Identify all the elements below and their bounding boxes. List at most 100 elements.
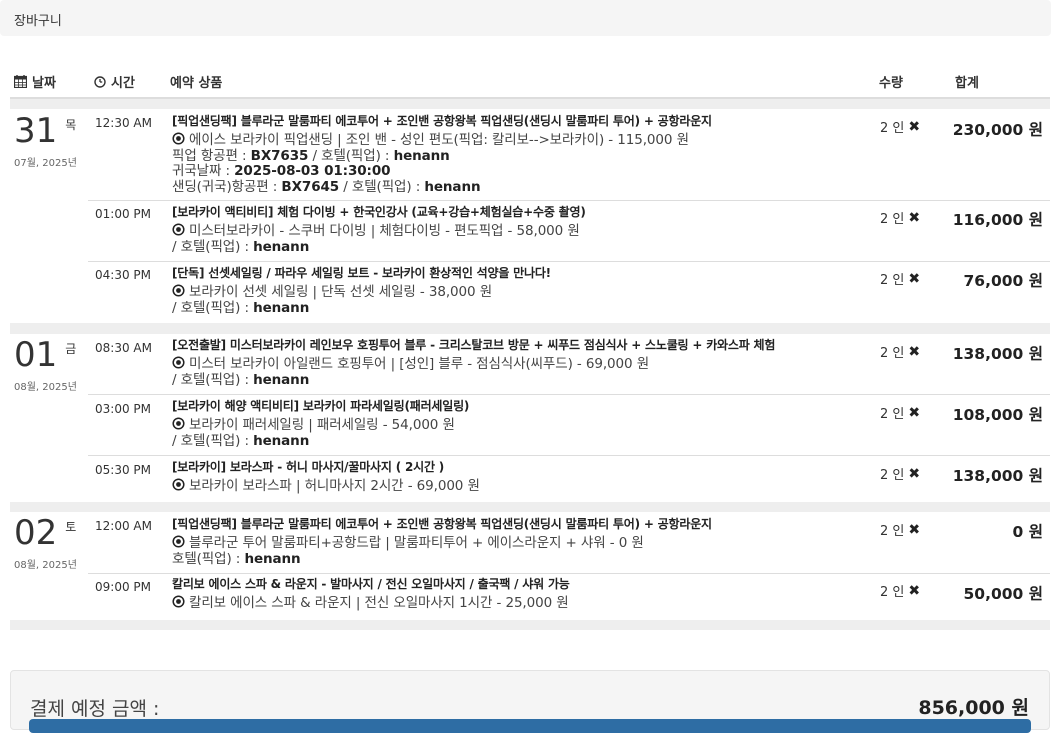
- header-product: 예약 상품: [170, 76, 223, 91]
- remove-x-icon[interactable]: ✖: [908, 522, 920, 538]
- product-cell: [오전출발] 미스터보라카이 레인보우 호핑투어 블루 - 크리스탈코브 방문 …: [172, 337, 862, 388]
- product-title[interactable]: [픽업샌딩팩] 블루라군 말룸파티 에코투어 + 조인밴 공항왕복 픽업샌딩(샌…: [172, 113, 862, 129]
- option-radio-icon: [172, 535, 185, 548]
- option-radio-icon: [172, 284, 185, 297]
- payment-summary: 결제 예정 금액 : 856,000 원: [10, 670, 1050, 733]
- product-cell: [픽업샌딩팩] 블루라군 말룸파티 에코투어 + 조인밴 공항왕복 픽업샌딩(샌…: [172, 516, 862, 567]
- day-number: 02: [14, 513, 58, 553]
- hotel-line: / 호텔(픽업) : henann: [172, 432, 310, 449]
- reservation-time: 12:00 AM: [95, 519, 152, 533]
- remove-x-icon[interactable]: ✖: [908, 119, 920, 135]
- product-title[interactable]: [보라카이] 보라스파 - 허니 마사지/꿀마사지 ( 2시간 ): [172, 459, 862, 475]
- reservation-time: 03:00 PM: [95, 402, 151, 416]
- product-option: 미스터보라카이 - 스쿠버 다이빙 | 체험다이빙 - 편도픽업 - 58,00…: [172, 223, 862, 240]
- month-year: 08월, 2025년: [14, 560, 77, 571]
- header-time: 시간: [94, 72, 135, 91]
- quantity: 2 인 ✖: [880, 343, 921, 362]
- line-total: 230,000 원: [952, 121, 1043, 139]
- clock-icon: [94, 75, 106, 88]
- hotel-line: 호텔(픽업) : henann: [172, 550, 301, 567]
- day-number: 31: [14, 111, 58, 151]
- date-cell: 02 토 08월, 2025년: [14, 516, 77, 571]
- payment-amount: 856,000 원: [918, 697, 1029, 719]
- breadcrumb: 장바구니: [0, 0, 1051, 36]
- reservation-time: 09:00 PM: [95, 580, 151, 594]
- hotel-line: / 호텔(픽업) : henann: [172, 371, 310, 388]
- quantity: 2 인 ✖: [880, 209, 921, 228]
- group-divider: [10, 323, 1050, 334]
- product-cell: [픽업샌딩팩] 블루라군 말룸파티 에코투어 + 조인밴 공항왕복 픽업샌딩(샌…: [172, 113, 862, 195]
- option-radio-icon: [172, 478, 185, 491]
- product-cell: [보라카이 해양 액티비티] 보라카이 파라세일링(패러세일링) 보라카이 패러…: [172, 398, 862, 449]
- product-title[interactable]: [보라카이 해양 액티비티] 보라카이 파라세일링(패러세일링): [172, 398, 862, 414]
- reservation-time: 01:00 PM: [95, 207, 151, 221]
- day-number: 01: [14, 335, 58, 375]
- product-option: 보라카이 선셋 세일링 | 단독 선셋 세일링 - 38,000 원: [172, 284, 862, 301]
- reservation-time: 08:30 AM: [95, 341, 152, 355]
- quantity: 2 인 ✖: [880, 582, 921, 601]
- quantity: 2 인 ✖: [880, 118, 921, 137]
- quantity: 2 인 ✖: [880, 270, 921, 289]
- option-radio-icon: [172, 595, 185, 608]
- payment-label: 결제 예정 금액 :: [30, 698, 160, 720]
- product-title[interactable]: [오전출발] 미스터보라카이 레인보우 호핑투어 블루 - 크리스탈코브 방문 …: [172, 337, 862, 353]
- remove-x-icon[interactable]: ✖: [908, 583, 920, 599]
- line-total: 50,000 원: [963, 585, 1043, 603]
- row-divider: [88, 261, 1050, 262]
- product-title[interactable]: 칼리보 에이스 스파 & 라운지 - 발마사지 / 전신 오일마사지 / 출국팩…: [172, 576, 862, 592]
- cart-table-header: 날짜 시간 예약 상품 수량 합계: [10, 62, 1050, 98]
- product-option: 보라카이 보라스파 | 허니마사지 2시간 - 69,000 원: [172, 478, 862, 495]
- date-cell: 31 목 07월, 2025년: [14, 114, 77, 169]
- checkout-button[interactable]: [29, 719, 1031, 733]
- row-divider: [88, 455, 1050, 456]
- remove-x-icon[interactable]: ✖: [908, 405, 920, 421]
- option-radio-icon: [172, 356, 185, 369]
- product-cell: 칼리보 에이스 스파 & 라운지 - 발마사지 / 전신 오일마사지 / 출국팩…: [172, 576, 862, 612]
- product-title[interactable]: [픽업샌딩팩] 블루라군 말룸파티 에코투어 + 조인밴 공항왕복 픽업샌딩(샌…: [172, 516, 862, 532]
- sending-flight-line: 샌딩(귀국)항공편 : BX7645 / 호텔(픽업) : henann: [172, 178, 481, 195]
- month-year: 08월, 2025년: [14, 382, 77, 393]
- line-total: 138,000 원: [952, 345, 1043, 363]
- product-cell: [보라카이] 보라스파 - 허니 마사지/꿀마사지 ( 2시간 ) 보라카이 보…: [172, 459, 862, 495]
- remove-x-icon[interactable]: ✖: [908, 344, 920, 360]
- line-total: 76,000 원: [963, 272, 1043, 290]
- product-cell: [보라카이 액티비티] 체험 다이빙 + 한국인강사 (교육+강습+체험실습+수…: [172, 204, 862, 255]
- product-option: 보라카이 패러세일링 | 패러세일링 - 54,000 원: [172, 417, 862, 434]
- calendar-icon: [14, 75, 27, 88]
- hotel-line: / 호텔(픽업) : henann: [172, 238, 310, 255]
- group-divider: [10, 99, 1050, 109]
- row-divider: [88, 394, 1050, 395]
- weekday: 목: [65, 118, 77, 132]
- header-qty: 수량: [879, 76, 903, 91]
- row-divider: [88, 573, 1050, 574]
- reservation-time: 12:30 AM: [95, 116, 152, 130]
- remove-x-icon[interactable]: ✖: [908, 271, 920, 287]
- quantity: 2 인 ✖: [880, 465, 921, 484]
- weekday: 토: [65, 520, 77, 534]
- remove-x-icon[interactable]: ✖: [908, 466, 920, 482]
- product-title[interactable]: [보라카이 액티비티] 체험 다이빙 + 한국인강사 (교육+강습+체험실습+수…: [172, 204, 862, 220]
- quantity: 2 인 ✖: [880, 404, 921, 423]
- month-year: 07월, 2025년: [14, 158, 77, 169]
- line-total: 116,000 원: [952, 211, 1043, 229]
- option-radio-icon: [172, 223, 185, 236]
- group-divider: [10, 620, 1050, 630]
- date-cell: 01 금 08월, 2025년: [14, 338, 77, 393]
- quantity: 2 인 ✖: [880, 521, 921, 540]
- product-cell: [단독] 선셋세일링 / 파라우 세일링 보트 - 보라카이 환상적인 석양을 …: [172, 265, 862, 316]
- product-title[interactable]: [단독] 선셋세일링 / 파라우 세일링 보트 - 보라카이 환상적인 석양을 …: [172, 265, 862, 281]
- product-option: 칼리보 에이스 스파 & 라운지 | 전신 오일마사지 1시간 - 25,000…: [172, 595, 862, 612]
- header-date: 날짜: [14, 72, 56, 91]
- line-total: 0 원: [1012, 523, 1043, 541]
- row-divider: [88, 200, 1050, 201]
- pickup-flight-line: 픽업 항공편 : BX7635 / 호텔(픽업) : henann: [172, 147, 450, 164]
- product-option: 미스터 보라카이 아일랜드 호핑투어 | [성인] 블루 - 점심식사(씨푸드)…: [172, 356, 862, 373]
- remove-x-icon[interactable]: ✖: [908, 210, 920, 226]
- line-total: 108,000 원: [952, 406, 1043, 424]
- header-total: 합계: [955, 76, 979, 91]
- product-option: 블루라군 투어 말룸파티+공항드랍 | 말룸파티투어 + 에이스라운지 + 샤워…: [172, 535, 862, 552]
- hotel-line: / 호텔(픽업) : henann: [172, 299, 310, 316]
- breadcrumb-cart[interactable]: 장바구니: [14, 10, 62, 29]
- option-radio-icon: [172, 132, 185, 145]
- product-option: 에이스 보라카이 픽업샌딩 | 조인 밴 - 성인 편도(픽업: 칼리보-->보…: [172, 132, 862, 149]
